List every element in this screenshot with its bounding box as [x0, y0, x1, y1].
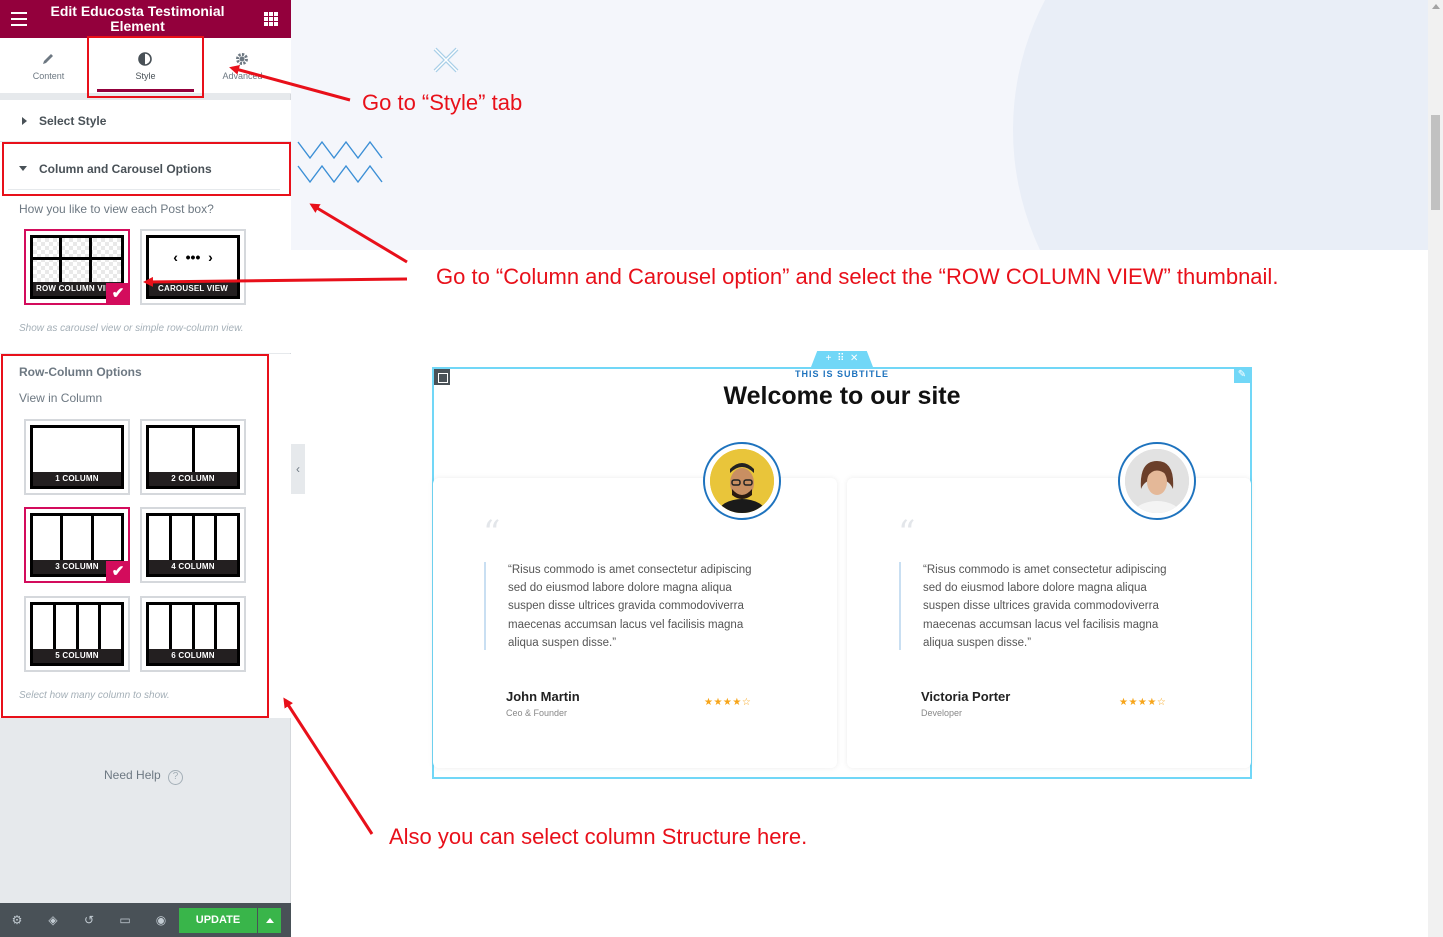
testimonial-name: John Martin	[506, 689, 580, 704]
decorative-zigzag-icon	[297, 140, 383, 184]
layers-icon[interactable]: ◈	[47, 914, 59, 926]
section-subtitle: THIS IS SUBTITLE	[794, 369, 889, 379]
quote-bar	[484, 562, 486, 650]
collapse-panel-handle[interactable]: ‹	[291, 444, 305, 494]
need-help-link[interactable]: Need Help ?	[104, 768, 184, 785]
avatar	[703, 442, 781, 520]
avatar	[1118, 442, 1196, 520]
tab-advanced[interactable]: Advanced	[194, 38, 291, 94]
carousel-view-label: CAROUSEL VIEW	[149, 282, 237, 296]
eye-icon[interactable]: ◉	[155, 914, 167, 926]
annotation-column-option: Go to “Column and Carousel option” and s…	[436, 264, 1279, 289]
decorative-circle	[1013, 0, 1428, 250]
scroll-up-icon[interactable]	[1432, 4, 1440, 9]
section-select-style[interactable]: Select Style	[0, 100, 291, 141]
settings-icon[interactable]: ⚙	[11, 914, 23, 926]
testimonial-role: Ceo & Founder	[506, 708, 568, 718]
hamburger-menu-icon[interactable]	[11, 12, 27, 26]
testimonial-role: Developer	[921, 708, 963, 718]
panel-header: Edit Educosta Testimonial Element	[0, 0, 291, 38]
star-rating: ★★★★☆	[704, 697, 752, 708]
tab-content[interactable]: Content	[0, 38, 97, 94]
testimonial-quote: “Risus commodo is amet consectetur adipi…	[508, 564, 752, 649]
caret-right-icon	[22, 117, 27, 125]
pencil-icon	[43, 54, 53, 64]
checkmark-icon: ✔	[106, 283, 130, 305]
testimonial-quote: “Risus commodo is amet consectetur adipi…	[923, 564, 1167, 649]
history-icon[interactable]: ↺	[83, 914, 95, 926]
question-circle-icon: ?	[168, 770, 184, 785]
responsive-icon[interactable]: ▭	[119, 914, 131, 926]
annotation-box-row-column	[1, 354, 269, 718]
row-column-view-thumbnail[interactable]: ROW COLUMN VIEW ✔	[24, 229, 130, 305]
arrow-to-column-structure	[283, 697, 374, 835]
page-scrollbar[interactable]	[1428, 0, 1443, 937]
need-help-label: Need Help	[104, 768, 161, 782]
update-button[interactable]: UPDATE	[179, 908, 257, 933]
quote-bar	[899, 562, 901, 650]
testimonial-name: Victoria Porter	[921, 689, 1011, 704]
avatar-man-image	[710, 449, 774, 513]
quote-mark-icon: “	[898, 513, 916, 553]
annotation-column-structure: Also you can select column Structure her…	[389, 824, 808, 849]
quote-mark-icon: “	[483, 513, 501, 553]
annotation-box-column-carousel	[2, 142, 291, 196]
tab-content-label: Content	[32, 71, 65, 81]
avatar-woman-image	[1125, 449, 1189, 513]
carousel-arrows-icon: ‹ ••• ›	[173, 249, 213, 265]
update-options-button[interactable]	[258, 908, 281, 933]
select-style-label: Select Style	[39, 114, 107, 128]
widgets-grid-icon[interactable]	[264, 12, 278, 26]
annotation-style-tab: Go to “Style” tab	[362, 90, 523, 115]
screenshot-root: { "panel": { "title": "Edit Educosta Tes…	[0, 0, 1443, 937]
section-handle[interactable]: + ⠿ ✕	[811, 351, 873, 367]
gear-icon	[236, 53, 248, 65]
annotation-box-style-tab	[87, 36, 204, 98]
panel-title: Edit Educosta Testimonial Element	[50, 3, 225, 34]
view-hint: Show as carousel view or simple row-colu…	[19, 323, 244, 334]
hero-section	[291, 0, 1428, 250]
section-heading: Welcome to our site	[723, 382, 961, 410]
tab-advanced-label: Advanced	[222, 71, 263, 81]
section-select-style-header: Select Style	[22, 114, 106, 128]
carousel-view-thumbnail[interactable]: ‹ ••• › CAROUSEL VIEW	[140, 229, 246, 305]
view-question: How you like to view each Post box?	[19, 202, 214, 216]
decorative-cross-icon	[433, 47, 459, 73]
scrollbar-thumb[interactable]	[1431, 115, 1440, 210]
star-rating: ★★★★☆	[1119, 697, 1167, 708]
